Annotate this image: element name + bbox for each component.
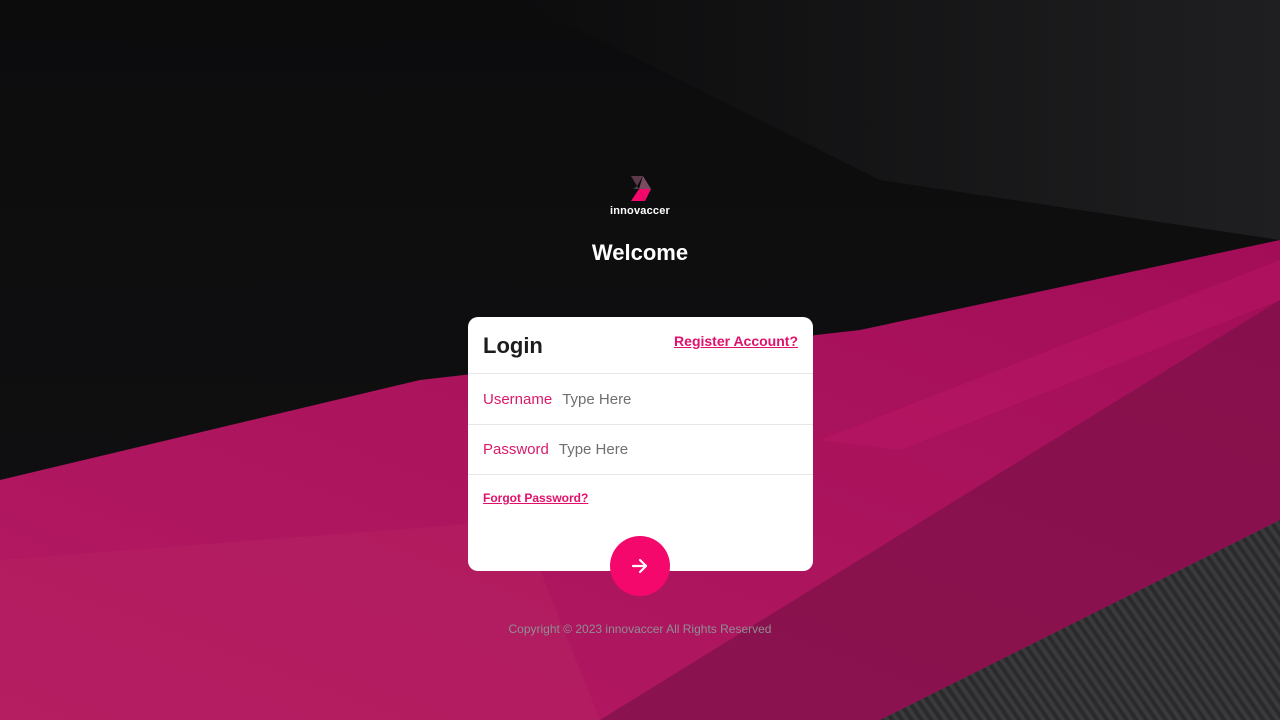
login-title: Login: [483, 333, 543, 358]
username-label: Username: [483, 390, 553, 408]
copyright-text: Copyright © 2023 innovaccer All Rights R…: [508, 622, 772, 636]
forgot-password-link[interactable]: Forgot Password?: [483, 491, 588, 505]
register-account-link[interactable]: Register Account?: [674, 333, 798, 349]
username-row: Username: [468, 374, 813, 425]
login-card-header: Login Register Account?: [468, 317, 813, 374]
logo-wordmark: innovaccer: [609, 205, 671, 217]
login-submit-button[interactable]: [610, 536, 670, 596]
innovaccer-logo-icon: [631, 176, 651, 201]
password-label: Password: [483, 441, 549, 458]
brand-logo: innovaccer: [600, 174, 680, 220]
arrow-right-icon: [631, 558, 648, 574]
login-card: Login Register Account? Username Passwor…: [468, 317, 813, 571]
password-input[interactable]: [558, 441, 759, 458]
username-input[interactable]: [562, 390, 763, 408]
page-title: Welcome: [591, 240, 689, 265]
password-row: Password: [468, 425, 813, 475]
